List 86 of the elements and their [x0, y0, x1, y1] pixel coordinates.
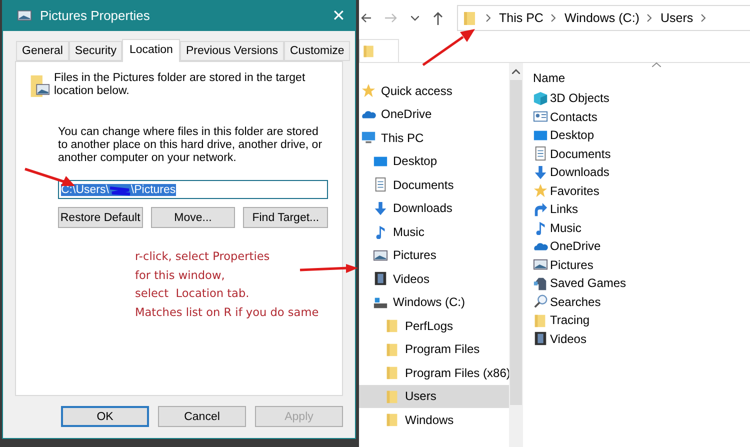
file-item[interactable]: Desktop — [533, 126, 750, 144]
up-arrow-icon[interactable] — [433, 12, 443, 24]
chevron-icon — [647, 14, 652, 22]
scrollbar[interactable] — [509, 63, 523, 447]
nav-item[interactable]: Program Files — [359, 338, 509, 361]
action-button[interactable]: Find Target... — [243, 207, 328, 228]
back-icon[interactable] — [361, 13, 371, 23]
picture-icon — [17, 8, 32, 23]
picture-icon — [533, 257, 548, 272]
close-button[interactable]: ✕ — [332, 6, 345, 26]
nav-item[interactable]: Windows — [359, 408, 509, 432]
nav-item[interactable]: Users — [359, 384, 509, 408]
document-icon — [533, 146, 548, 162]
breadcrumb[interactable]: Windows (C:) — [564, 11, 640, 25]
action-button[interactable]: Restore Default — [58, 207, 143, 228]
document-icon — [373, 177, 388, 192]
nav-item[interactable]: Program Files (x86) — [359, 361, 509, 384]
arrow — [300, 264, 358, 274]
folder-icon — [385, 365, 400, 380]
nav-item[interactable]: Windows (C:) — [359, 290, 509, 314]
dialog-button[interactable]: Cancel — [158, 406, 246, 427]
folder-icon — [385, 318, 400, 334]
tab[interactable]: Location — [122, 39, 180, 62]
nav-item[interactable]: PerfLogs — [359, 314, 509, 338]
description-text: Files in the Pictures folder are stored in the target location below. — [54, 72, 306, 98]
nav-item[interactable]: Pictures — [359, 244, 509, 267]
star-icon — [533, 183, 548, 198]
action-button[interactable]: Move... — [150, 207, 236, 228]
file-item[interactable]: Documents — [533, 144, 750, 163]
file-item[interactable]: Pictures — [533, 256, 750, 274]
file-item[interactable]: Music — [533, 218, 750, 237]
download-icon — [373, 200, 388, 216]
nav-item[interactable]: Desktop — [359, 150, 509, 173]
file-item[interactable]: Videos — [533, 330, 750, 348]
film-icon — [533, 331, 548, 346]
tab[interactable]: Previous Versions — [180, 41, 284, 61]
nav-item[interactable]: Quick access — [359, 79, 509, 102]
sort-caret-icon — [652, 62, 661, 67]
folder-icon — [533, 312, 548, 328]
file-item[interactable]: Links — [533, 200, 750, 218]
nav-item[interactable]: Documents — [359, 173, 509, 196]
search-icon — [533, 294, 548, 310]
cube-icon — [533, 90, 548, 106]
file-item[interactable]: Saved Games — [533, 274, 750, 292]
nav-item[interactable]: Videos — [359, 267, 509, 290]
file-item[interactable]: Tracing — [533, 311, 750, 330]
nav-item[interactable]: This PC — [359, 126, 509, 150]
folder-icon — [362, 44, 376, 58]
tab[interactable]: General — [16, 41, 69, 61]
star-icon — [361, 83, 376, 98]
dialog-button[interactable]: OK — [61, 406, 149, 427]
breadcrumb[interactable]: This PC — [499, 11, 544, 25]
scribble-drawing — [108, 184, 131, 196]
link-arrow-icon — [533, 202, 548, 217]
scroll-up-icon[interactable] — [512, 69, 520, 74]
annotation-text: r-click, select Properties for this window, select Location tab. Matches list on R if you do same — [135, 249, 320, 320]
chevron-icon — [486, 14, 491, 22]
file-item[interactable]: Favorites — [533, 182, 750, 200]
folder-icon — [385, 342, 400, 357]
chevron-icon — [551, 14, 556, 22]
file-item[interactable]: 3D Objects — [533, 89, 750, 108]
file-item[interactable]: Downloads — [533, 163, 750, 182]
info-text: You can change where files in this folder are stored to another place on this hard drive, another drive, or another computer on your network. — [58, 126, 324, 165]
arrow — [423, 28, 475, 66]
chevron-icon — [701, 14, 706, 22]
address-bar[interactable]: This PC Windows (C:) Users — [457, 5, 750, 31]
computer-icon — [361, 130, 376, 146]
file-item[interactable]: OneDrive — [533, 237, 750, 256]
breadcrumb[interactable]: Users — [660, 11, 694, 25]
folder-icon — [462, 10, 478, 26]
window-title: Pictures Properties — [40, 8, 151, 23]
tab[interactable]: Security — [68, 41, 122, 61]
folder-icon — [385, 388, 400, 404]
tab[interactable]: Customize — [284, 41, 350, 61]
nav-item[interactable]: Music — [359, 220, 509, 244]
nav-item[interactable]: Downloads — [359, 196, 509, 220]
chevron-down-icon[interactable] — [411, 16, 419, 20]
contact-card-icon — [533, 109, 548, 124]
column-header[interactable]: Name — [533, 67, 623, 89]
film-icon — [373, 271, 388, 286]
nav-item[interactable]: OneDrive — [359, 102, 509, 126]
file-item[interactable]: Contacts — [533, 108, 750, 126]
picture-icon — [373, 248, 388, 263]
file-item[interactable]: Searches — [533, 292, 750, 311]
download-icon — [533, 164, 548, 180]
folder-icon — [385, 412, 400, 428]
